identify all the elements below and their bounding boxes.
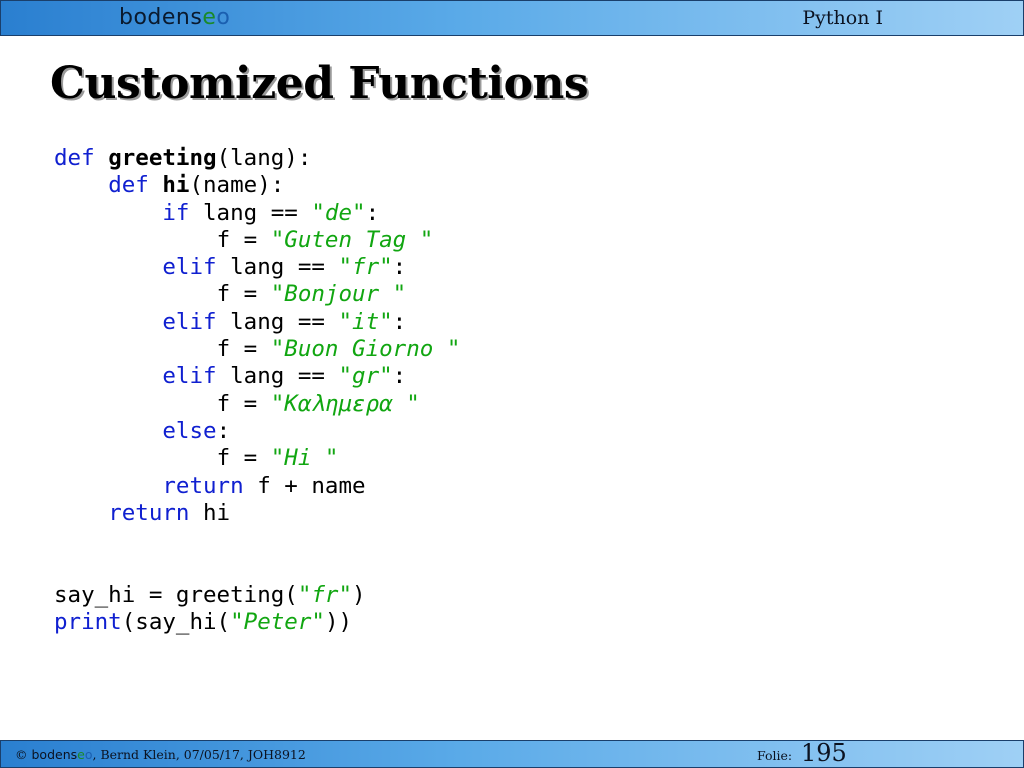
header-bar: bodenseo Python I: [0, 0, 1024, 36]
code-line-8: f = "Buon Giorno ": [216, 336, 461, 363]
bodenseo-logo: bodenseo: [119, 5, 231, 30]
code-block: def greeting(lang): def hi(name): if lan…: [54, 145, 460, 636]
code-line-18: print(say_hi("Peter")): [54, 609, 353, 636]
footer-bar: © bodenseo, Bernd Klein, 07/05/17, JOH89…: [0, 739, 1024, 768]
code-line-17: say_hi = greeting("fr"): [54, 581, 366, 608]
footer-brand: bodenseo: [31, 747, 93, 762]
slide-title: Customized Functions: [50, 58, 589, 109]
code-line-3: if lang == "de":: [162, 199, 380, 226]
code-line-6: f = "Bonjour ": [216, 281, 407, 308]
code-line-7: elif lang == "it":: [162, 308, 407, 335]
code-line-2: def hi(name):: [108, 172, 285, 199]
slide-number: 195: [801, 739, 847, 767]
code-line-9: elif lang == "gr":: [162, 363, 407, 390]
footer-credit: © bodenseo, Bernd Klein, 07/05/17, JOH89…: [15, 747, 306, 762]
code-line-14: return hi: [108, 499, 231, 526]
code-line-1: def greeting(lang):: [54, 145, 312, 171]
code-line-10: f = "Καλημερα ": [216, 390, 420, 417]
code-line-12: f = "Hi ": [216, 445, 339, 472]
code-line-11: else:: [162, 417, 231, 444]
folie-label: Folie:: [757, 748, 793, 763]
code-line-4: f = "Guten Tag ": [216, 226, 434, 253]
course-title: Python I: [802, 7, 883, 29]
code-line-13: return f + name: [162, 472, 366, 499]
code-line-5: elif lang == "fr":: [162, 254, 407, 281]
